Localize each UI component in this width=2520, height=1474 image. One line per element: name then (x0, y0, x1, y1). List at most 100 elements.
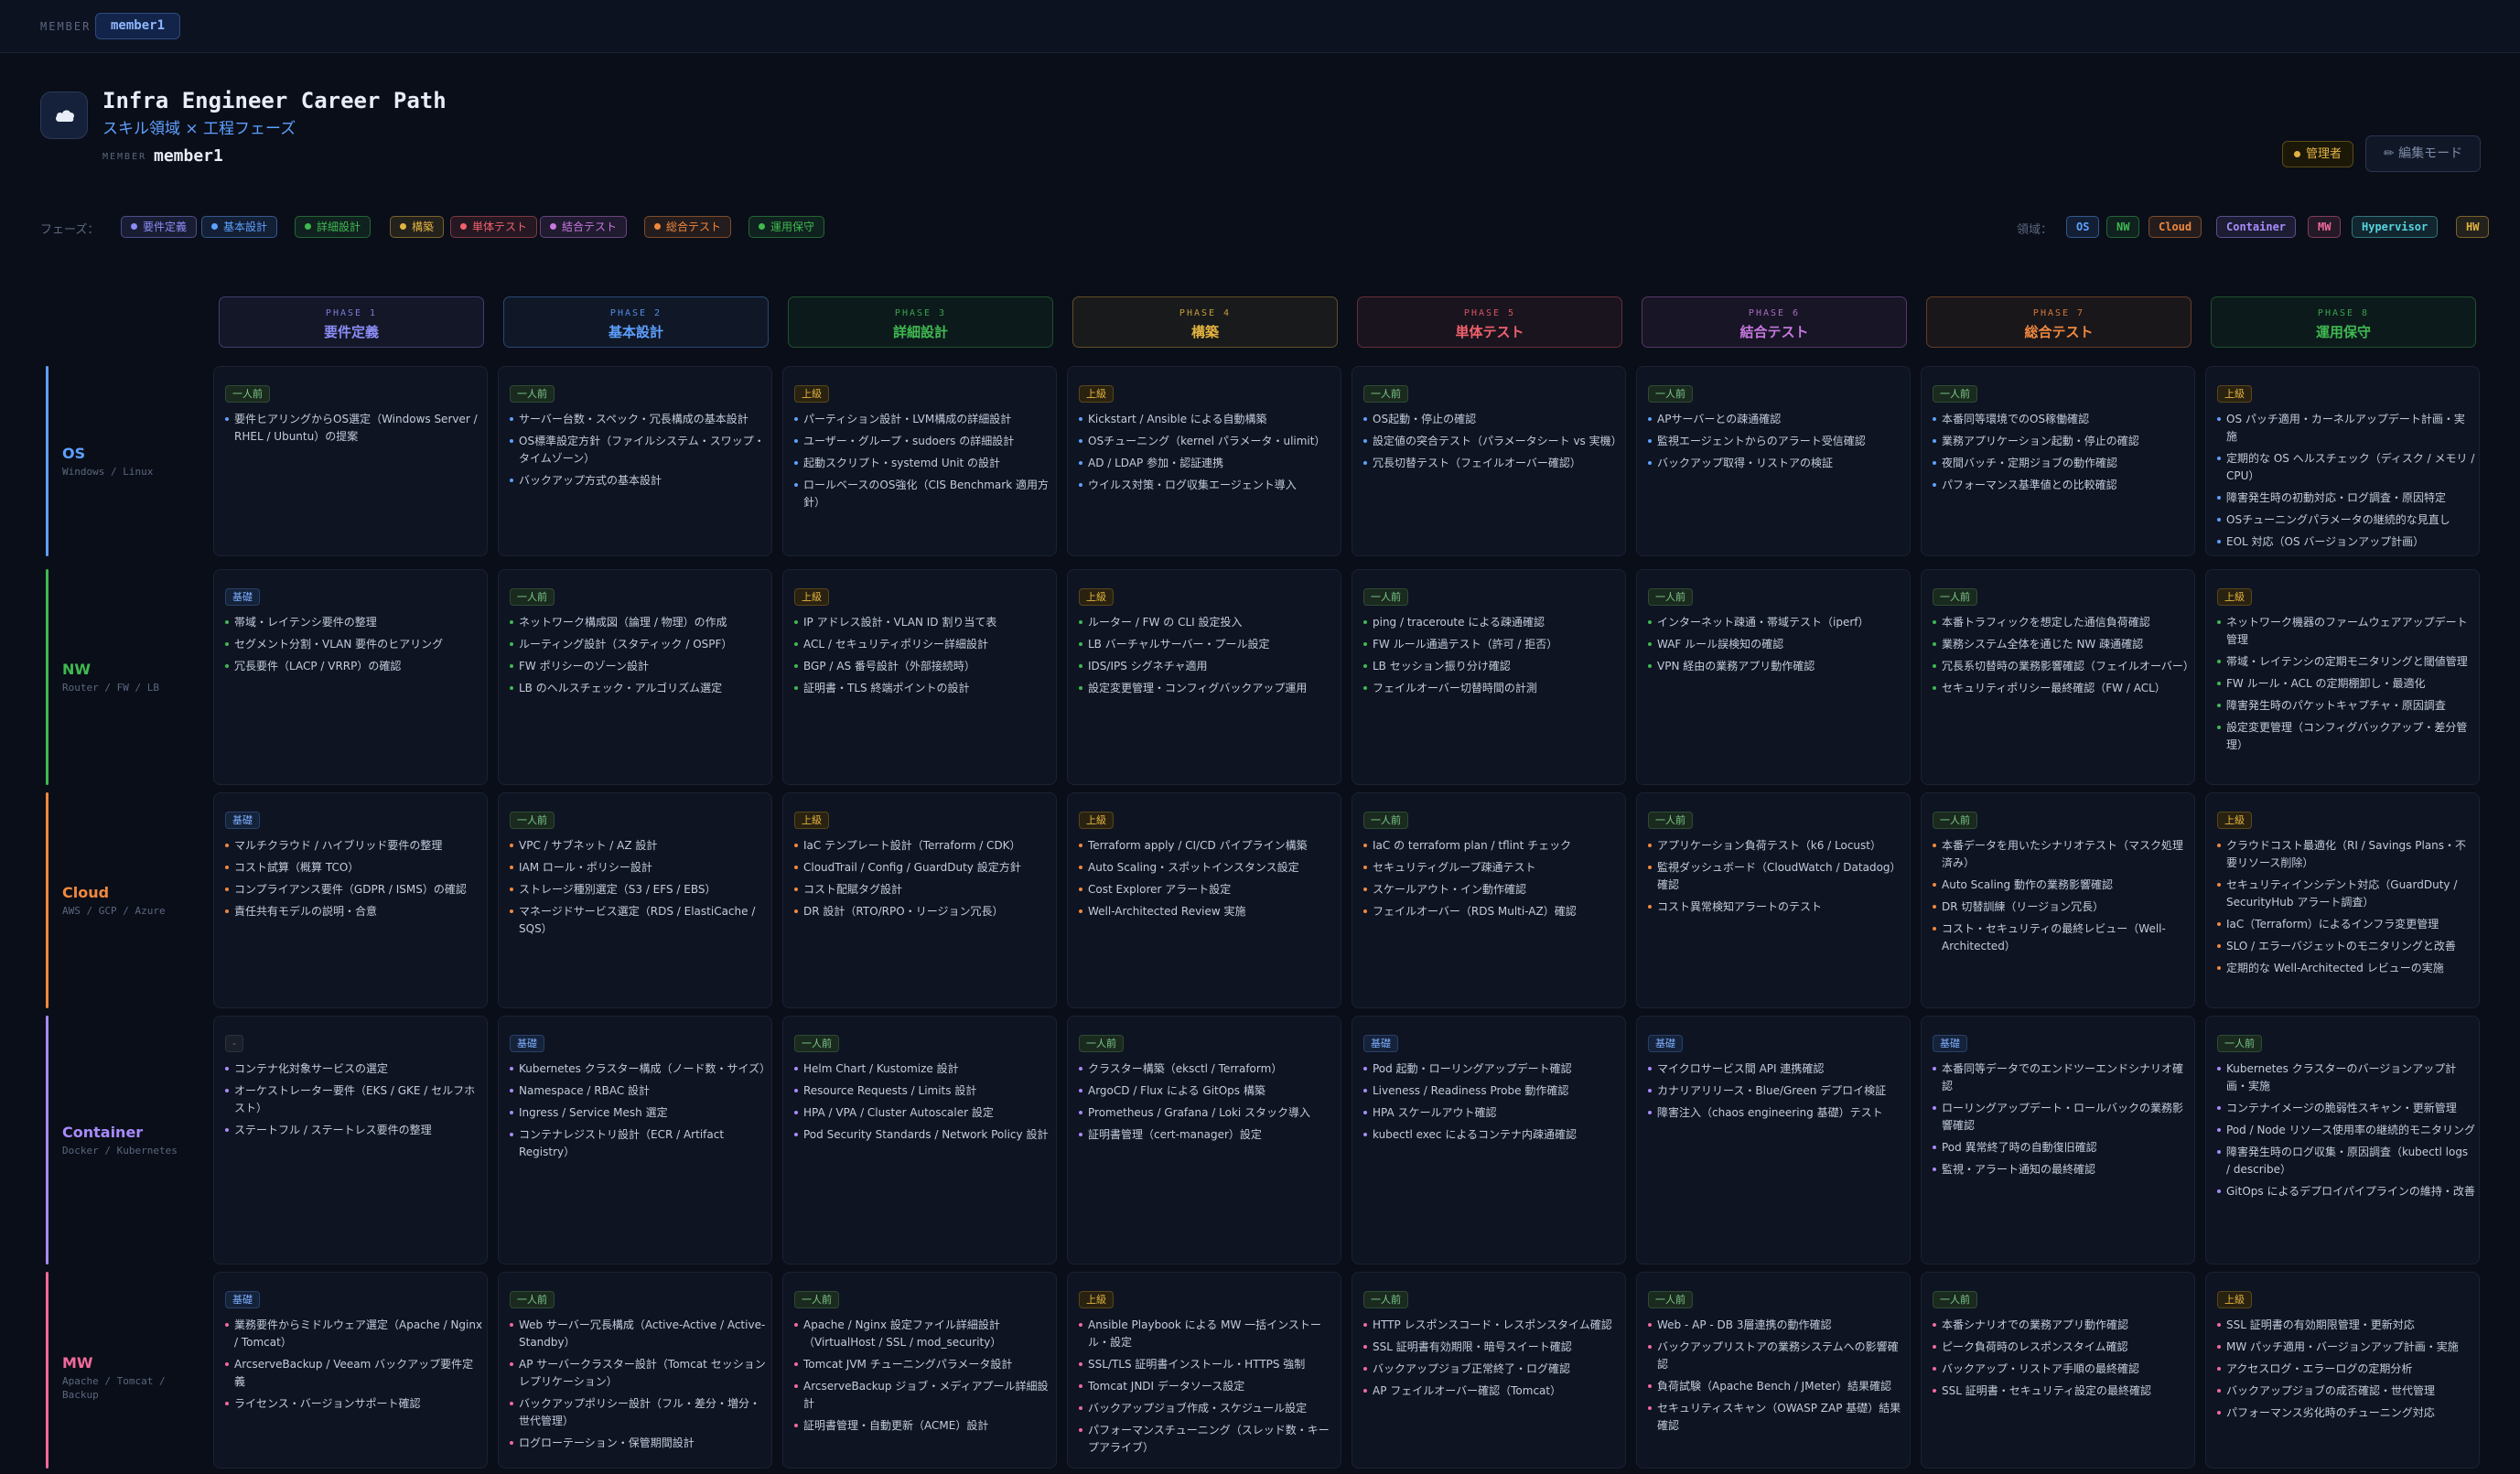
edit-mode-button[interactable]: ✏ 編集モード (2365, 135, 2481, 172)
skill-item: バックアップジョブ作成・スケジュール設定 (1079, 1400, 1337, 1417)
member-switch-chip[interactable]: member1 (95, 13, 181, 39)
skill-cell[interactable]: 上級 Kickstart / Ansible による自動構築 OSチューニング（ke… (1067, 366, 1341, 556)
phase-number: PHASE 2 (609, 308, 662, 318)
skill-item: 証明書・TLS 終端ポイントの設計 (794, 680, 1052, 697)
skill-cell[interactable]: 上級 ネットワーク機器のファームウェアアップデート管理 帯域・レイテンシの定期モニタ… (2205, 569, 2480, 785)
level-badge: 一人前 (225, 385, 270, 403)
skill-cell[interactable]: 一人前 アプリケーション負荷テスト（k6 / Locust） 監視ダッシュボード（C… (1636, 792, 1911, 1008)
skill-list: マイクロサービス間 API 連携確認 カナリアリリース・Blue/Green デプ… (1648, 1060, 1906, 1126)
domain-filter-chip[interactable]: OS (2066, 216, 2100, 238)
skill-cell[interactable]: 一人前 APサーバーとの疎通確認 監視エージェントからのアラート受信確認 バックアップ… (1636, 366, 1911, 556)
skill-list: 本番同等環境でのOS稼働確認 業務アプリケーション起動・停止の確認 夜間バッチ・定期… (1933, 411, 2191, 499)
skill-cell[interactable]: 一人前 VPC / サブネット / AZ 設計 IAM ロール・ポリシー設計 ストレー… (498, 792, 772, 1008)
skill-cell[interactable]: 上級 OS パッチ適用・カーネルアップデート計画・実施 定期的な OS ヘルスチェッ… (2205, 366, 2480, 556)
level-badge: 一人前 (1079, 1035, 1124, 1052)
skill-item: Ansible Playbook による MW 一括インストール・設定 (1079, 1317, 1337, 1351)
skill-item: ウイルス対策・ログ収集エージェント導入 (1079, 477, 1337, 494)
phase-filter-chip[interactable]: 基本設計 (201, 216, 278, 238)
domain-filter-chip[interactable]: NW (2106, 216, 2140, 238)
skill-cell[interactable]: 上級 IaC テンプレート設計（Terraform / CDK） CloudTrai… (782, 792, 1057, 1008)
skill-cell[interactable]: 基礎 マルチクラウド / ハイブリッド要件の整理 コスト試算（概算 TCO） コンプラ… (213, 792, 488, 1008)
skill-item: 設定変更管理・コンフィグバックアップ運用 (1079, 680, 1337, 697)
domain-filter-chip[interactable]: MW (2308, 216, 2342, 238)
level-badge: 基礎 (510, 1035, 544, 1052)
domain-filter-chip[interactable]: Cloud (2148, 216, 2202, 238)
skill-cell[interactable]: 一人前 HTTP レスポンスコード・レスポンスタイム確認 SSL 証明書有効期限・暗… (1352, 1272, 1626, 1469)
skill-item: パフォーマンスチューニング（スレッド数・キープアライブ） (1079, 1422, 1337, 1457)
skill-cell[interactable]: 一人前 IaC の terraform plan / tflint チェック セキュ… (1352, 792, 1626, 1008)
skill-cell[interactable]: 一人前 OS起動・停止の確認 設定値の突合テスト（パラメータシート vs 実機） 冗長… (1352, 366, 1626, 556)
skill-cell[interactable]: 基礎 Pod 起動・ローリングアップデート確認 Liveness / Readine… (1352, 1016, 1626, 1264)
phase-filter-chip[interactable]: 詳細設計 (295, 216, 372, 238)
skill-cell[interactable]: 一人前 インターネット疎通・帯域テスト（iperf） WAF ルール誤検知の確認 VP… (1636, 569, 1911, 785)
skill-list: ping / traceroute による疎通確認 FW ルール通過テスト（許可 … (1363, 614, 1621, 702)
row-name: NW (62, 661, 92, 678)
skill-cell[interactable]: 上級 ルーター / FW の CLI 設定投入 LB バーチャルサーバー・プール設定… (1067, 569, 1341, 785)
phase-filter-chip[interactable]: 要件定義 (121, 216, 198, 238)
domain-filter-chip[interactable]: HW (2456, 216, 2490, 238)
skill-item: OS標準設定方針（ファイルシステム・スワップ・タイムゾーン） (510, 433, 768, 468)
skill-list: IaC の terraform plan / tflint チェック セキュリティ… (1363, 837, 1621, 925)
page-title: Infra Engineer Career Path (102, 88, 447, 113)
skill-cell[interactable]: 一人前 クラスター構築（eksctl / Terraform） ArgoCD / F… (1067, 1016, 1341, 1264)
skill-cell[interactable]: 一人前 Web - AP - DB 3層連携の動作確認 バックアップリストアの業務シ… (1636, 1272, 1911, 1469)
skill-cell[interactable]: 上級 パーティション設計・LVM構成の詳細設計 ユーザー・グループ・sudoers … (782, 366, 1057, 556)
phase-filter-chip[interactable]: 構築 (390, 216, 445, 238)
skill-cell[interactable]: 一人前 ネットワーク構成図（論理 / 物理）の作成 ルーティング設計（スタティック … (498, 569, 772, 785)
skill-cell[interactable]: 基礎 業務要件からミドルウェア選定（Apache / Nginx / Tomcat… (213, 1272, 488, 1469)
skill-item: LB バーチャルサーバー・プール設定 (1079, 636, 1337, 653)
skill-cell[interactable]: 一人前 Helm Chart / Kustomize 設計 Resource Req… (782, 1016, 1057, 1264)
level-badge: 上級 (1079, 588, 1114, 606)
skill-cell[interactable]: 基礎 マイクロサービス間 API 連携確認 カナリアリリース・Blue/Green … (1636, 1016, 1911, 1264)
skill-cell[interactable]: 上級 IP アドレス設計・VLAN ID 割り当て表 ACL / セキュリティポリシ… (782, 569, 1057, 785)
phase-filter-chip[interactable]: 結合テスト (540, 216, 628, 238)
skill-list: Web - AP - DB 3層連携の動作確認 バックアップリストアの業務システム… (1648, 1317, 1906, 1439)
skill-item: バックアップジョブ正常終了・ログ確認 (1363, 1361, 1621, 1378)
skill-cell[interactable]: 一人前 本番データを用いたシナリオテスト（マスク処理済み） Auto Scaling… (1921, 792, 2195, 1008)
skill-item: Terraform apply / CI/CD パイプライン構築 (1079, 837, 1337, 855)
skill-cell[interactable]: 一人前 本番トラフィックを想定した通信負荷確認 業務システム全体を通じた NW 疎通… (1921, 569, 2195, 785)
skill-item: SSL 証明書・セキュリティ設定の最終確認 (1933, 1383, 2191, 1400)
phase-header: PHASE 8 運用保守 (2211, 296, 2476, 348)
domain-filter-chip[interactable]: Container (2216, 216, 2297, 238)
skill-item: VPC / サブネット / AZ 設計 (510, 837, 768, 855)
skill-cell[interactable]: 一人前 本番シナリオでの業務アプリ動作確認 ピーク負荷時のレスポンスタイム確認 バック… (1921, 1272, 2195, 1469)
skill-item: 証明書管理・自動更新（ACME）設計 (794, 1417, 1052, 1435)
phase-filter-chip[interactable]: 単体テスト (450, 216, 538, 238)
skill-item: 冗長切替テスト（フェイルオーバー確認） (1363, 455, 1621, 472)
phase-filter-label: 結合テスト (562, 221, 618, 233)
skill-item: Kubernetes クラスター構成（ノード数・サイズ） (510, 1060, 770, 1078)
skill-list: 本番シナリオでの業務アプリ動作確認 ピーク負荷時のレスポンスタイム確認 バックアップ… (1933, 1317, 2191, 1404)
skill-cell[interactable]: 上級 Terraform apply / CI/CD パイプライン構築 Auto S… (1067, 792, 1341, 1008)
skill-item: SSL/TLS 証明書インストール・HTTPS 強制 (1079, 1356, 1337, 1373)
skill-cell[interactable]: 基礎 Kubernetes クラスター構成（ノード数・サイズ） Namespace … (498, 1016, 772, 1264)
skill-cell[interactable]: 基礎 帯域・レイテンシ要件の整理 セグメント分割・VLAN 要件のヒアリング 冗長要件… (213, 569, 488, 785)
skill-cell[interactable]: 上級 クラウドコスト最適化（RI / Savings Plans・不要リソース削除… (2205, 792, 2480, 1008)
phase-filter-chip[interactable]: 運用保守 (748, 216, 825, 238)
skill-list: SSL 証明書の有効期限管理・更新対応 MW パッチ適用・バージョンアップ計画・実… (2217, 1317, 2475, 1426)
skill-cell[interactable]: 上級 Ansible Playbook による MW 一括インストール・設定 SSL… (1067, 1272, 1341, 1469)
skill-item: セキュリティスキャン（OWASP ZAP 基礎）結果確認 (1648, 1400, 1906, 1435)
skill-cell[interactable]: 一人前 Web サーバー冗長構成（Active-Active / Active-S… (498, 1272, 772, 1469)
phase-header: PHASE 5 単体テスト (1357, 296, 1622, 348)
filter-row: フェーズ： 領域： 要件定義 基本設計 詳細設計 構築 単体テスト 結合テスト 総合テスト 運… (40, 216, 2490, 240)
level-badge: 一人前 (794, 1035, 839, 1052)
skill-item: Prometheus / Grafana / Loki スタック導入 (1079, 1104, 1337, 1122)
domain-filter-chip[interactable]: Hypervisor (2352, 216, 2439, 238)
skill-cell[interactable]: - コンテナ化対象サービスの選定 オーケストレーター要件（EKS / GKE / セ… (213, 1016, 488, 1264)
skill-cell[interactable]: 一人前 Kubernetes クラスターのバージョンアップ計画・実施 コンテナイメー… (2205, 1016, 2480, 1264)
skill-cell[interactable]: 一人前 要件ヒアリングからOS選定（Windows Server / RHEL /… (213, 366, 488, 556)
level-badge: 一人前 (510, 1291, 555, 1308)
skill-cell[interactable]: 一人前 ping / traceroute による疎通確認 FW ルール通過テスト（… (1352, 569, 1626, 785)
skill-cell[interactable]: 上級 SSL 証明書の有効期限管理・更新対応 MW パッチ適用・バージョンアップ計画… (2205, 1272, 2480, 1469)
skill-cell[interactable]: 一人前 サーバー台数・スペック・冗長構成の基本設計 OS標準設定方針（ファイルシステ… (498, 366, 772, 556)
skill-item: 負荷試験（Apache Bench / JMeter）結果確認 (1648, 1378, 1906, 1395)
skill-cell[interactable]: 一人前 Apache / Nginx 設定ファイル詳細設計（VirtualHost… (782, 1272, 1057, 1469)
skill-item: 責任共有モデルの説明・合意 (225, 903, 483, 920)
skill-item: バックアップ・リストア手順の最終確認 (1933, 1361, 2191, 1378)
phase-filter-chip[interactable]: 総合テスト (644, 216, 732, 238)
skill-cell[interactable]: 基礎 本番同等データでのエンドツーエンドシナリオ確認 ローリングアップデート・ロール… (1921, 1016, 2195, 1264)
skill-item: 障害発生時の初動対応・ログ調査・原因特定 (2217, 490, 2475, 507)
skill-list: 本番同等データでのエンドツーエンドシナリオ確認 ローリングアップデート・ロールバッ… (1933, 1060, 2191, 1183)
skill-cell[interactable]: 一人前 本番同等環境でのOS稼働確認 業務アプリケーション起動・停止の確認 夜間バッチ… (1921, 366, 2195, 556)
